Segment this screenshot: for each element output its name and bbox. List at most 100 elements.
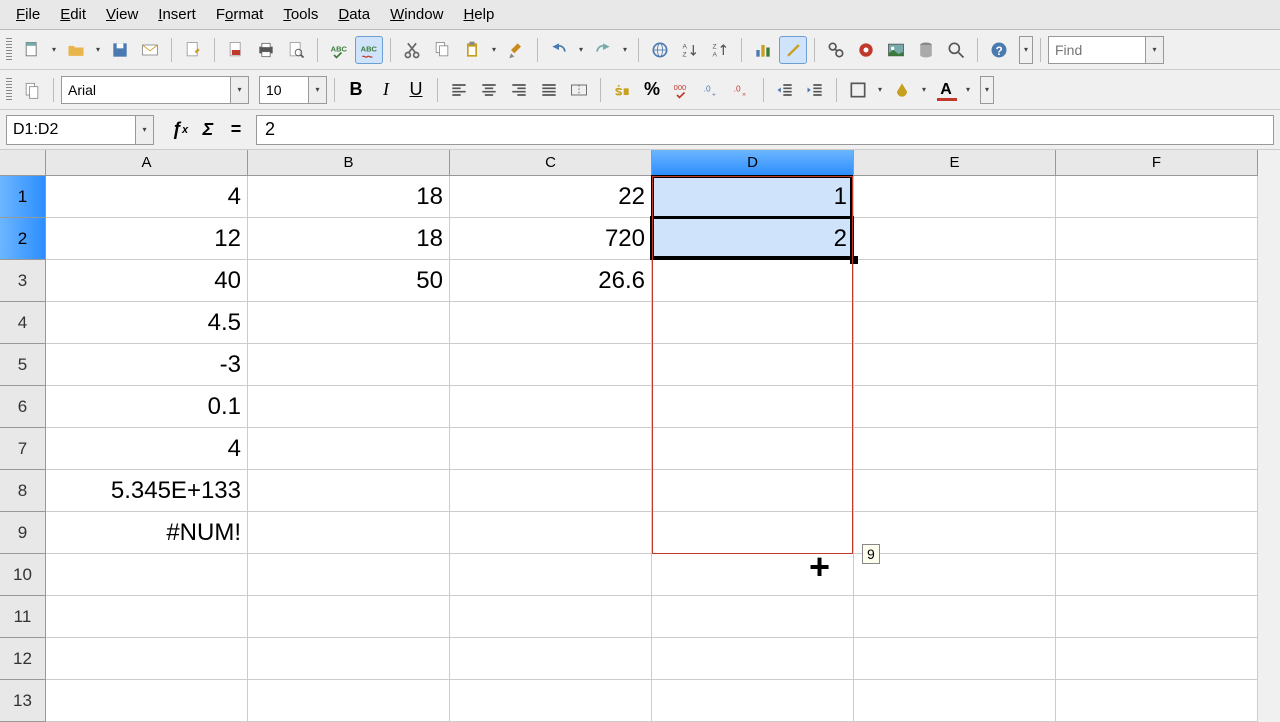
print-preview-button[interactable] — [282, 36, 310, 64]
row-header-12[interactable]: 12 — [0, 638, 46, 680]
cell-D9[interactable] — [652, 512, 854, 554]
cell-B6[interactable] — [248, 386, 450, 428]
cell-C1[interactable]: 22 — [450, 176, 652, 218]
font-color-dropdown[interactable] — [962, 85, 974, 94]
cell-B2[interactable]: 18 — [248, 218, 450, 260]
cell-F1[interactable] — [1056, 176, 1258, 218]
cell-F4[interactable] — [1056, 302, 1258, 344]
paste-dropdown[interactable] — [488, 45, 500, 54]
cell-D13[interactable] — [652, 680, 854, 722]
font-name-combo[interactable] — [61, 76, 249, 104]
name-box[interactable] — [6, 115, 154, 145]
new-doc-dropdown[interactable] — [48, 45, 60, 54]
align-left-button[interactable] — [445, 76, 473, 104]
cell-A5[interactable]: -3 — [46, 344, 248, 386]
find-toolbar-combo[interactable] — [1048, 36, 1164, 64]
menu-file[interactable]: File — [6, 3, 50, 26]
row-header-1[interactable]: 1 — [0, 176, 46, 218]
underline-button[interactable]: U — [402, 76, 430, 104]
cell-F2[interactable] — [1056, 218, 1258, 260]
formula-input[interactable] — [256, 115, 1274, 145]
cell-E13[interactable] — [854, 680, 1056, 722]
menu-format[interactable]: Format — [206, 3, 274, 26]
cell-B1[interactable]: 18 — [248, 176, 450, 218]
merge-cells-button[interactable] — [565, 76, 593, 104]
cell-D10[interactable] — [652, 554, 854, 596]
cell-D12[interactable] — [652, 638, 854, 680]
toolbar-handle[interactable] — [6, 38, 12, 62]
save-button[interactable] — [106, 36, 134, 64]
export-pdf-button[interactable] — [222, 36, 250, 64]
column-header-B[interactable]: B — [248, 150, 450, 176]
function-wizard-button[interactable]: ƒx — [166, 116, 194, 144]
cell-E5[interactable] — [854, 344, 1056, 386]
cell-B10[interactable] — [248, 554, 450, 596]
cell-E3[interactable] — [854, 260, 1056, 302]
cell-B4[interactable] — [248, 302, 450, 344]
font-size-combo[interactable] — [259, 76, 327, 104]
cell-A4[interactable]: 4.5 — [46, 302, 248, 344]
borders-dropdown[interactable] — [874, 85, 886, 94]
cell-B11[interactable] — [248, 596, 450, 638]
menu-window[interactable]: Window — [380, 3, 453, 26]
cell-F7[interactable] — [1056, 428, 1258, 470]
column-header-F[interactable]: F — [1056, 150, 1258, 176]
row-header-10[interactable]: 10 — [0, 554, 46, 596]
menu-insert[interactable]: Insert — [148, 3, 206, 26]
cell-E4[interactable] — [854, 302, 1056, 344]
auto-spellcheck-button[interactable]: ABC — [355, 36, 383, 64]
datasources-button[interactable] — [912, 36, 940, 64]
row-header-9[interactable]: 9 — [0, 512, 46, 554]
cell-D3[interactable] — [652, 260, 854, 302]
cell-B12[interactable] — [248, 638, 450, 680]
cell-C8[interactable] — [450, 470, 652, 512]
cell-F8[interactable] — [1056, 470, 1258, 512]
increase-indent-button[interactable] — [801, 76, 829, 104]
open-dropdown[interactable] — [92, 45, 104, 54]
help-button[interactable]: ? — [985, 36, 1013, 64]
cell-E6[interactable] — [854, 386, 1056, 428]
cell-A8[interactable]: 5.345E+133 — [46, 470, 248, 512]
column-header-E[interactable]: E — [854, 150, 1056, 176]
cell-E10[interactable] — [854, 554, 1056, 596]
copy-button[interactable] — [428, 36, 456, 64]
align-justify-button[interactable] — [535, 76, 563, 104]
align-center-button[interactable] — [475, 76, 503, 104]
cell-A9[interactable]: #NUM! — [46, 512, 248, 554]
remove-decimal-button[interactable]: .0× — [728, 76, 756, 104]
cell-A6[interactable]: 0.1 — [46, 386, 248, 428]
menu-data[interactable]: Data — [328, 3, 380, 26]
cell-A2[interactable]: 12 — [46, 218, 248, 260]
cell-A12[interactable] — [46, 638, 248, 680]
decrease-indent-button[interactable] — [771, 76, 799, 104]
toolbar-overflow[interactable] — [1019, 36, 1033, 64]
font-name-input[interactable] — [62, 78, 230, 102]
toolbar-overflow-2[interactable] — [980, 76, 994, 104]
menu-help[interactable]: Help — [453, 3, 504, 26]
cell-D6[interactable] — [652, 386, 854, 428]
show-draw-functions-button[interactable] — [779, 36, 807, 64]
background-color-button[interactable] — [888, 76, 916, 104]
cell-E1[interactable] — [854, 176, 1056, 218]
cut-button[interactable] — [398, 36, 426, 64]
cell-E12[interactable] — [854, 638, 1056, 680]
select-all-corner[interactable] — [0, 150, 46, 176]
find-input[interactable] — [1049, 38, 1145, 62]
cell-B9[interactable] — [248, 512, 450, 554]
cell-C13[interactable] — [450, 680, 652, 722]
row-header-6[interactable]: 6 — [0, 386, 46, 428]
cell-C11[interactable] — [450, 596, 652, 638]
cell-A13[interactable] — [46, 680, 248, 722]
styles-button[interactable] — [18, 76, 46, 104]
cell-A3[interactable]: 40 — [46, 260, 248, 302]
cell-C3[interactable]: 26.6 — [450, 260, 652, 302]
cell-B5[interactable] — [248, 344, 450, 386]
toolbar-handle[interactable] — [6, 78, 12, 102]
menu-edit[interactable]: Edit — [50, 3, 96, 26]
format-paintbrush-button[interactable] — [502, 36, 530, 64]
menu-tools[interactable]: Tools — [273, 3, 328, 26]
cell-F11[interactable] — [1056, 596, 1258, 638]
background-color-dropdown[interactable] — [918, 85, 930, 94]
percent-button[interactable]: % — [638, 76, 666, 104]
hyperlink-button[interactable] — [646, 36, 674, 64]
